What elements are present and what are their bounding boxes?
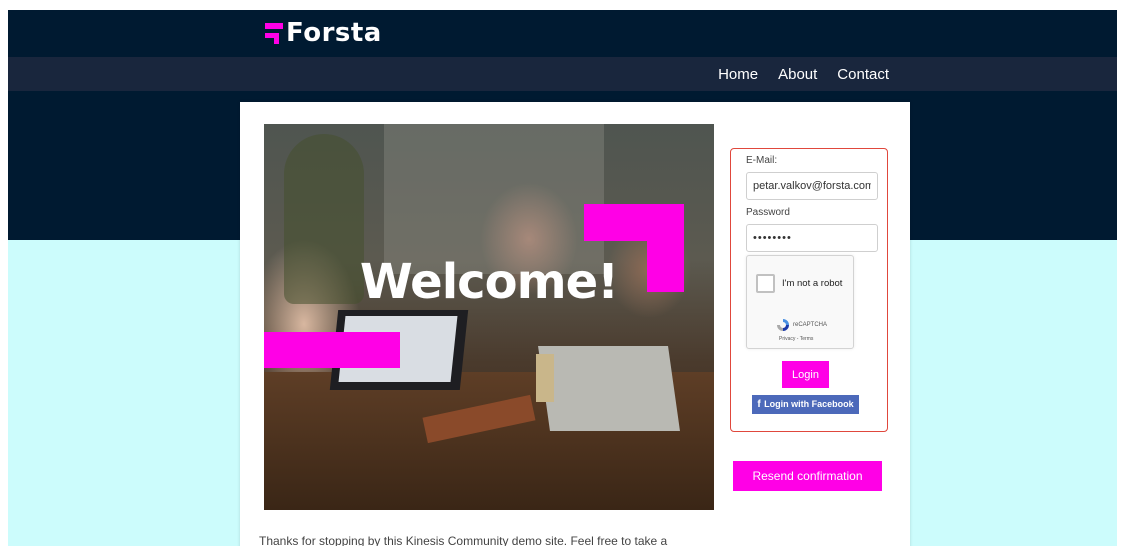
- nav-home-link[interactable]: Home: [718, 66, 758, 83]
- facebook-f-icon: f: [757, 399, 761, 410]
- logo-text: Forsta: [286, 18, 382, 48]
- page-frame: Forsta Home About Contact Welcome! E-Mai…: [8, 10, 1117, 546]
- accent-shape-bottom-left: [264, 332, 400, 368]
- password-label: Password: [746, 207, 790, 218]
- content-card: Welcome! E-Mail: Password I'm not a robo…: [240, 102, 910, 546]
- forsta-logo-mark-icon: [265, 21, 283, 45]
- resend-confirmation-button[interactable]: Resend confirmation: [733, 461, 882, 491]
- navbar: Home About Contact: [8, 57, 1117, 91]
- recaptcha-widget: I'm not a robot reCAPTCHA Privacy - Term…: [746, 255, 854, 349]
- recaptcha-checkbox[interactable]: [756, 274, 775, 293]
- nav-links: Home About Contact: [698, 57, 889, 91]
- facebook-login-button[interactable]: f Login with Facebook: [752, 395, 859, 414]
- recaptcha-label: I'm not a robot: [782, 278, 843, 289]
- login-form: E-Mail: Password I'm not a robot reCAPTC…: [730, 148, 888, 432]
- nav-contact-link[interactable]: Contact: [837, 66, 889, 83]
- facebook-login-label: Login with Facebook: [764, 399, 854, 409]
- site-logo[interactable]: Forsta: [265, 16, 382, 50]
- login-button[interactable]: Login: [782, 361, 829, 388]
- password-field[interactable]: [746, 224, 878, 252]
- recaptcha-privacy-terms[interactable]: Privacy - Terms: [779, 336, 813, 342]
- nav-about-link[interactable]: About: [778, 66, 817, 83]
- email-label: E-Mail:: [746, 155, 778, 166]
- hero-image: Welcome!: [264, 124, 714, 510]
- intro-paragraph: Thanks for stopping by this Kinesis Comm…: [259, 534, 668, 546]
- recaptcha-logo-icon: [777, 319, 789, 331]
- email-field[interactable]: [746, 172, 878, 200]
- recaptcha-brand: reCAPTCHA: [793, 322, 828, 328]
- hero-headline: Welcome!: [359, 254, 619, 310]
